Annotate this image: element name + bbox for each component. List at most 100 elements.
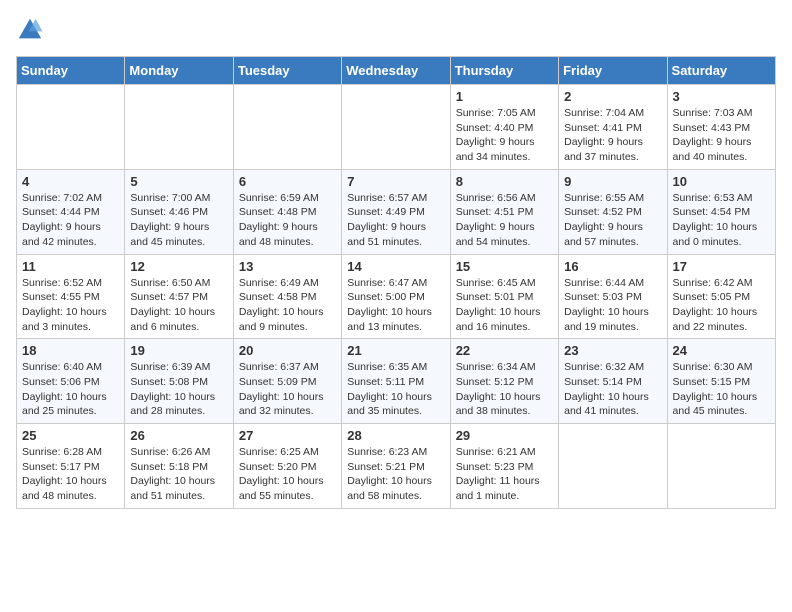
day-number: 24 <box>673 343 770 358</box>
day-number: 5 <box>130 174 227 189</box>
calendar-cell: 26 Sunrise: 6:26 AM Sunset: 5:18 PM Dayli… <box>125 424 233 509</box>
calendar-cell <box>559 424 667 509</box>
day-number: 18 <box>22 343 119 358</box>
day-info: Sunrise: 6:42 AM Sunset: 5:05 PM Dayligh… <box>673 276 770 335</box>
day-info: Sunrise: 6:25 AM Sunset: 5:20 PM Dayligh… <box>239 445 336 504</box>
week-row-5: 25 Sunrise: 6:28 AM Sunset: 5:17 PM Dayli… <box>17 424 776 509</box>
calendar-cell: 7Sunrise: 6:57 AM Sunset: 4:49 PM Daylig… <box>342 169 450 254</box>
day-info: Sunrise: 7:03 AM Sunset: 4:43 PM Dayligh… <box>673 106 770 165</box>
week-row-2: 4 Sunrise: 7:02 AM Sunset: 4:44 PM Daylig… <box>17 169 776 254</box>
header-day-friday: Friday <box>559 57 667 85</box>
logo-icon <box>16 16 44 44</box>
header-row: SundayMondayTuesdayWednesdayThursdayFrid… <box>17 57 776 85</box>
calendar-cell: 1 Sunrise: 7:05 AM Sunset: 4:40 PM Daylig… <box>450 85 558 170</box>
day-number: 16 <box>564 259 661 274</box>
calendar-cell: 9 Sunrise: 6:55 AM Sunset: 4:52 PM Daylig… <box>559 169 667 254</box>
day-number: 25 <box>22 428 119 443</box>
calendar-cell: 11 Sunrise: 6:52 AM Sunset: 4:55 PM Dayli… <box>17 254 125 339</box>
logo <box>16 16 48 44</box>
page-header <box>16 16 776 44</box>
day-number: 21 <box>347 343 444 358</box>
calendar-cell: 17Sunrise: 6:42 AM Sunset: 5:05 PM Dayli… <box>667 254 775 339</box>
calendar-cell <box>125 85 233 170</box>
day-info: Sunrise: 6:23 AM Sunset: 5:21 PM Dayligh… <box>347 445 444 504</box>
day-number: 15 <box>456 259 553 274</box>
day-info: Sunrise: 6:52 AM Sunset: 4:55 PM Dayligh… <box>22 276 119 335</box>
day-info: Sunrise: 6:21 AM Sunset: 5:23 PM Dayligh… <box>456 445 553 504</box>
calendar-cell: 19 Sunrise: 6:39 AM Sunset: 5:08 PM Dayli… <box>125 339 233 424</box>
calendar-cell: 27 Sunrise: 6:25 AM Sunset: 5:20 PM Dayli… <box>233 424 341 509</box>
calendar-cell: 15 Sunrise: 6:45 AM Sunset: 5:01 PM Dayli… <box>450 254 558 339</box>
header-day-tuesday: Tuesday <box>233 57 341 85</box>
header-day-wednesday: Wednesday <box>342 57 450 85</box>
day-info: Sunrise: 7:05 AM Sunset: 4:40 PM Dayligh… <box>456 106 553 165</box>
calendar-cell: 29 Sunrise: 6:21 AM Sunset: 5:23 PM Dayli… <box>450 424 558 509</box>
day-number: 14 <box>347 259 444 274</box>
day-info: Sunrise: 6:53 AM Sunset: 4:54 PM Dayligh… <box>673 191 770 250</box>
day-info: Sunrise: 6:44 AM Sunset: 5:03 PM Dayligh… <box>564 276 661 335</box>
day-info: Sunrise: 6:55 AM Sunset: 4:52 PM Dayligh… <box>564 191 661 250</box>
day-number: 9 <box>564 174 661 189</box>
day-info: Sunrise: 6:47 AM Sunset: 5:00 PM Dayligh… <box>347 276 444 335</box>
day-info: Sunrise: 6:34 AM Sunset: 5:12 PM Dayligh… <box>456 360 553 419</box>
calendar-cell: 12 Sunrise: 6:50 AM Sunset: 4:57 PM Dayli… <box>125 254 233 339</box>
calendar-cell: 21 Sunrise: 6:35 AM Sunset: 5:11 PM Dayli… <box>342 339 450 424</box>
day-number: 6 <box>239 174 336 189</box>
day-info: Sunrise: 6:57 AM Sunset: 4:49 PM Dayligh… <box>347 191 444 250</box>
calendar-cell: 16 Sunrise: 6:44 AM Sunset: 5:03 PM Dayli… <box>559 254 667 339</box>
day-info: Sunrise: 7:02 AM Sunset: 4:44 PM Dayligh… <box>22 191 119 250</box>
day-number: 28 <box>347 428 444 443</box>
week-row-1: 1 Sunrise: 7:05 AM Sunset: 4:40 PM Daylig… <box>17 85 776 170</box>
calendar-cell: 10 Sunrise: 6:53 AM Sunset: 4:54 PM Dayli… <box>667 169 775 254</box>
calendar-cell: 20 Sunrise: 6:37 AM Sunset: 5:09 PM Dayli… <box>233 339 341 424</box>
calendar-cell: 4 Sunrise: 7:02 AM Sunset: 4:44 PM Daylig… <box>17 169 125 254</box>
day-number: 22 <box>456 343 553 358</box>
day-number: 26 <box>130 428 227 443</box>
day-info: Sunrise: 6:32 AM Sunset: 5:14 PM Dayligh… <box>564 360 661 419</box>
calendar-cell: 25 Sunrise: 6:28 AM Sunset: 5:17 PM Dayli… <box>17 424 125 509</box>
day-info: Sunrise: 6:26 AM Sunset: 5:18 PM Dayligh… <box>130 445 227 504</box>
day-info: Sunrise: 6:59 AM Sunset: 4:48 PM Dayligh… <box>239 191 336 250</box>
day-number: 3 <box>673 89 770 104</box>
calendar-cell <box>17 85 125 170</box>
day-number: 11 <box>22 259 119 274</box>
calendar-cell: 14 Sunrise: 6:47 AM Sunset: 5:00 PM Dayli… <box>342 254 450 339</box>
calendar-cell: 13Sunrise: 6:49 AM Sunset: 4:58 PM Dayli… <box>233 254 341 339</box>
calendar-cell: 5 Sunrise: 7:00 AM Sunset: 4:46 PM Daylig… <box>125 169 233 254</box>
calendar-cell <box>233 85 341 170</box>
day-info: Sunrise: 6:35 AM Sunset: 5:11 PM Dayligh… <box>347 360 444 419</box>
day-info: Sunrise: 7:04 AM Sunset: 4:41 PM Dayligh… <box>564 106 661 165</box>
day-number: 12 <box>130 259 227 274</box>
calendar-cell: 8 Sunrise: 6:56 AM Sunset: 4:51 PM Daylig… <box>450 169 558 254</box>
week-row-3: 11 Sunrise: 6:52 AM Sunset: 4:55 PM Dayli… <box>17 254 776 339</box>
day-info: Sunrise: 6:45 AM Sunset: 5:01 PM Dayligh… <box>456 276 553 335</box>
day-info: Sunrise: 6:40 AM Sunset: 5:06 PM Dayligh… <box>22 360 119 419</box>
calendar-table: SundayMondayTuesdayWednesdayThursdayFrid… <box>16 56 776 509</box>
day-info: Sunrise: 6:39 AM Sunset: 5:08 PM Dayligh… <box>130 360 227 419</box>
day-number: 29 <box>456 428 553 443</box>
day-number: 10 <box>673 174 770 189</box>
day-info: Sunrise: 7:00 AM Sunset: 4:46 PM Dayligh… <box>130 191 227 250</box>
calendar-cell: 24 Sunrise: 6:30 AM Sunset: 5:15 PM Dayli… <box>667 339 775 424</box>
day-info: Sunrise: 6:37 AM Sunset: 5:09 PM Dayligh… <box>239 360 336 419</box>
calendar-cell: 2 Sunrise: 7:04 AM Sunset: 4:41 PM Daylig… <box>559 85 667 170</box>
week-row-4: 18 Sunrise: 6:40 AM Sunset: 5:06 PM Dayli… <box>17 339 776 424</box>
day-info: Sunrise: 6:30 AM Sunset: 5:15 PM Dayligh… <box>673 360 770 419</box>
calendar-cell <box>667 424 775 509</box>
day-number: 1 <box>456 89 553 104</box>
day-number: 4 <box>22 174 119 189</box>
day-number: 19 <box>130 343 227 358</box>
header-day-thursday: Thursday <box>450 57 558 85</box>
day-number: 8 <box>456 174 553 189</box>
day-info: Sunrise: 6:50 AM Sunset: 4:57 PM Dayligh… <box>130 276 227 335</box>
day-info: Sunrise: 6:28 AM Sunset: 5:17 PM Dayligh… <box>22 445 119 504</box>
calendar-cell: 28 Sunrise: 6:23 AM Sunset: 5:21 PM Dayli… <box>342 424 450 509</box>
day-info: Sunrise: 6:56 AM Sunset: 4:51 PM Dayligh… <box>456 191 553 250</box>
day-number: 2 <box>564 89 661 104</box>
day-number: 20 <box>239 343 336 358</box>
calendar-cell: 23 Sunrise: 6:32 AM Sunset: 5:14 PM Dayli… <box>559 339 667 424</box>
header-day-sunday: Sunday <box>17 57 125 85</box>
day-number: 23 <box>564 343 661 358</box>
calendar-cell: 6 Sunrise: 6:59 AM Sunset: 4:48 PM Daylig… <box>233 169 341 254</box>
day-number: 27 <box>239 428 336 443</box>
